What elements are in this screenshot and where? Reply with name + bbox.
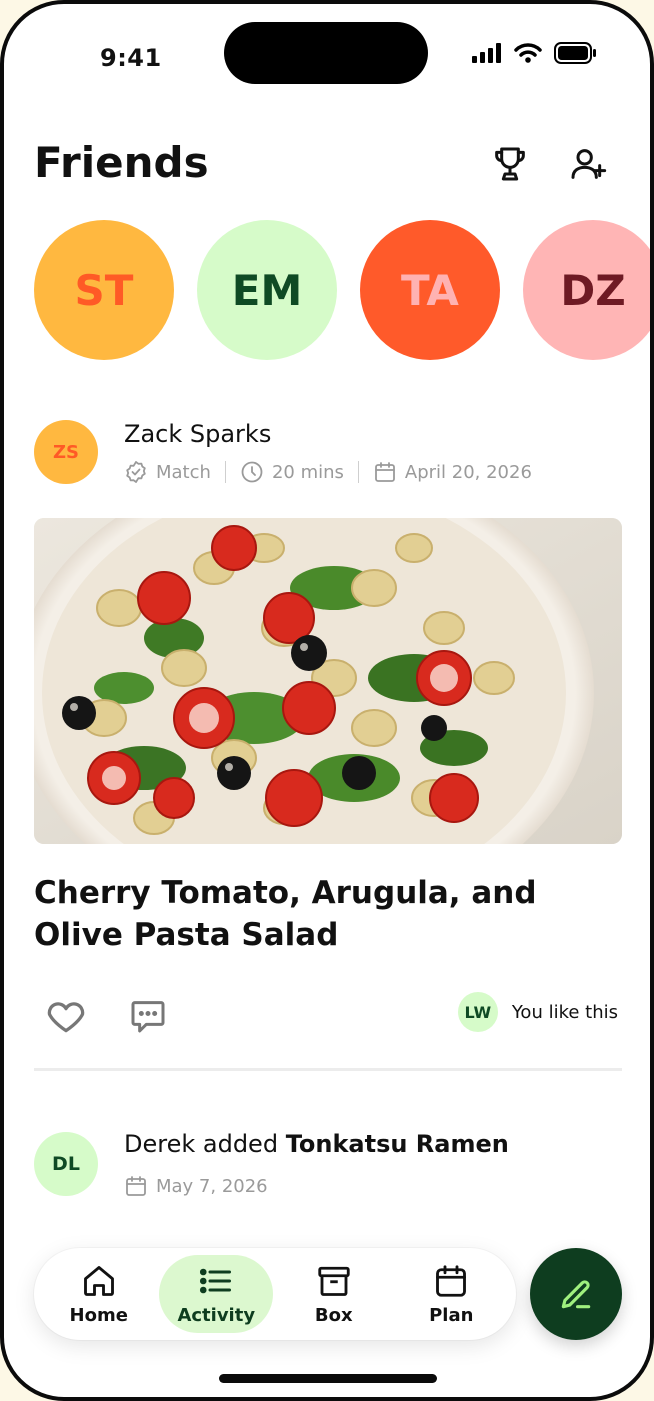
friends-carousel[interactable]: ST EM TA DZ [34, 220, 650, 360]
meta-duration: 20 mins [240, 460, 344, 484]
calendar-icon [436, 1264, 467, 1297]
calendar-icon [374, 462, 395, 482]
post-actions [44, 994, 168, 1042]
tab-box[interactable]: Box [277, 1255, 391, 1333]
meta-match: Match [124, 460, 211, 484]
tab-label: Activity [177, 1304, 256, 1326]
recipe-photo[interactable] [34, 518, 622, 844]
friend-initials: DZ [560, 265, 626, 315]
avatar: DL [34, 1132, 98, 1196]
wifi-icon [514, 43, 542, 63]
meta-divider [224, 461, 226, 483]
post-author-name[interactable]: Zack Sparks [124, 420, 271, 448]
activity-date-label: May 7, 2026 [156, 1175, 268, 1197]
like-button[interactable] [44, 994, 88, 1042]
leaderboard-button[interactable] [488, 142, 532, 186]
meta-type-label: Match [156, 461, 211, 483]
avatar-initials: DL [52, 1153, 80, 1175]
avatar: LW [457, 992, 498, 1032]
status-icons [472, 42, 596, 64]
trophy-icon [495, 147, 525, 181]
status-time: 9:41 [100, 44, 162, 72]
badge-check-icon [126, 461, 146, 483]
avatar-initials: ZS [52, 441, 79, 463]
feed-divider [34, 1068, 622, 1071]
friend-initials: ST [74, 265, 134, 315]
post-author-avatar[interactable]: ZS [34, 420, 98, 484]
likes-summary[interactable]: LW You like this [457, 992, 618, 1032]
compose-button[interactable] [530, 1248, 622, 1340]
clock-icon [241, 461, 263, 483]
dynamic-island [224, 22, 428, 84]
tab-activity[interactable]: Activity [159, 1255, 274, 1333]
add-friend-button[interactable] [566, 142, 610, 186]
battery-icon [554, 42, 596, 64]
recipe-title[interactable]: Cherry Tomato, Arugula, and Olive Pasta … [34, 872, 594, 956]
likes-text: You like this [511, 1001, 618, 1023]
avatar: ZS [34, 420, 98, 484]
comment-button[interactable] [128, 996, 168, 1040]
user-plus-icon [571, 149, 607, 179]
tab-label: Plan [429, 1304, 474, 1326]
home-indicator [219, 1374, 437, 1383]
meta-date-label: April 20, 2026 [404, 461, 532, 483]
meta-date: April 20, 2026 [373, 460, 532, 484]
activity-text[interactable]: Derek added Tonkatsu Ramen [124, 1130, 509, 1158]
page-title: Friends [34, 138, 209, 187]
archive-box-icon [318, 1266, 350, 1296]
activity-avatar[interactable]: DL [34, 1132, 98, 1196]
friend-avatar[interactable]: TA [360, 220, 500, 360]
friend-avatar[interactable]: EM [197, 220, 337, 360]
calendar-icon [126, 1176, 146, 1196]
pasta-salad-image [34, 518, 622, 844]
pencil-icon [561, 1280, 591, 1309]
tab-plan[interactable]: Plan [394, 1255, 508, 1333]
meta-duration-label: 20 mins [271, 461, 344, 483]
tab-bar: Home Activity Box Plan [34, 1248, 516, 1340]
comment-icon [131, 1001, 165, 1033]
activity-prefix: Derek added [124, 1130, 286, 1158]
phone-frame: 9:41 Friends ST EM TA DZ ZS Zack Sparks … [0, 0, 654, 1401]
meta-divider [357, 461, 359, 483]
post-meta: Match 20 mins April 20, 2026 [124, 460, 532, 484]
avatar-initials: LW [464, 1002, 492, 1022]
activity-recipe-name[interactable]: Tonkatsu Ramen [286, 1130, 509, 1158]
activity-date: May 7, 2026 [124, 1174, 268, 1198]
tab-label: Home [69, 1304, 128, 1326]
friend-initials: EM [231, 265, 303, 315]
tab-home[interactable]: Home [42, 1255, 156, 1333]
friend-avatar[interactable]: DZ [523, 220, 650, 360]
signal-icon [472, 43, 501, 63]
friend-initials: TA [401, 265, 459, 315]
list-icon [200, 1268, 232, 1293]
friend-avatar[interactable]: ST [34, 220, 174, 360]
heart-icon [47, 1002, 85, 1033]
tab-label: Box [314, 1304, 353, 1326]
home-icon [83, 1265, 114, 1296]
